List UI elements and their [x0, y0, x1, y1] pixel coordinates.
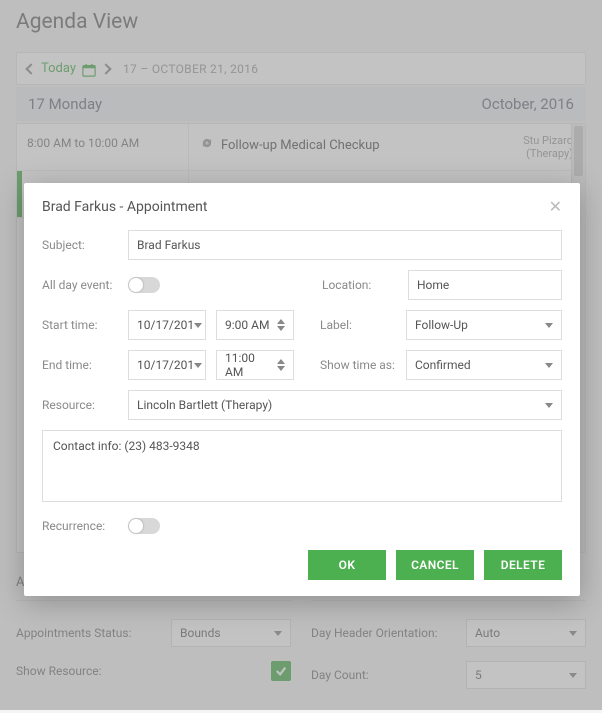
subject-input[interactable]: Brad Farkus	[128, 230, 562, 260]
subject-label: Subject:	[42, 238, 128, 252]
allday-label: All day event:	[42, 278, 128, 292]
caret-down-icon	[545, 363, 553, 368]
label-select[interactable]: Follow-Up	[406, 310, 562, 340]
close-icon[interactable]: ✕	[549, 197, 562, 216]
start-date-select[interactable]: 10/17/201	[128, 310, 206, 340]
showtime-label: Show time as:	[320, 358, 406, 372]
allday-toggle[interactable]	[128, 277, 160, 293]
spin-down-icon[interactable]	[277, 366, 285, 371]
recurrence-toggle[interactable]	[128, 518, 160, 534]
spin-down-icon[interactable]	[277, 326, 285, 331]
label-label: Label:	[320, 318, 406, 332]
caret-down-icon	[545, 323, 553, 328]
spin-up-icon[interactable]	[277, 359, 285, 364]
showtime-select[interactable]: Confirmed	[406, 350, 562, 380]
caret-down-icon	[194, 323, 202, 328]
resource-select[interactable]: Lincoln Bartlett (Therapy)	[128, 390, 562, 420]
end-time-spinner[interactable]: 11:00 AM	[216, 350, 294, 380]
spin-up-icon[interactable]	[277, 319, 285, 324]
location-input[interactable]: Home	[408, 270, 562, 300]
ok-button[interactable]: OK	[308, 550, 386, 580]
end-date-select[interactable]: 10/17/201	[128, 350, 206, 380]
cancel-button[interactable]: CANCEL	[396, 550, 474, 580]
recurrence-label: Recurrence:	[42, 519, 128, 533]
location-label: Location:	[322, 278, 408, 292]
appointment-dialog: Brad Farkus - Appointment ✕ Subject: Bra…	[24, 183, 580, 596]
description-textarea[interactable]: Contact info: (23) 483-9348	[42, 430, 562, 502]
start-label: Start time:	[42, 318, 128, 332]
resource-label: Resource:	[42, 398, 128, 412]
caret-down-icon	[545, 403, 553, 408]
delete-button[interactable]: DELETE	[484, 550, 562, 580]
caret-down-icon	[194, 363, 202, 368]
start-time-spinner[interactable]: 9:00 AM	[216, 310, 294, 340]
end-label: End time:	[42, 358, 128, 372]
dialog-title: Brad Farkus - Appointment	[42, 199, 207, 215]
